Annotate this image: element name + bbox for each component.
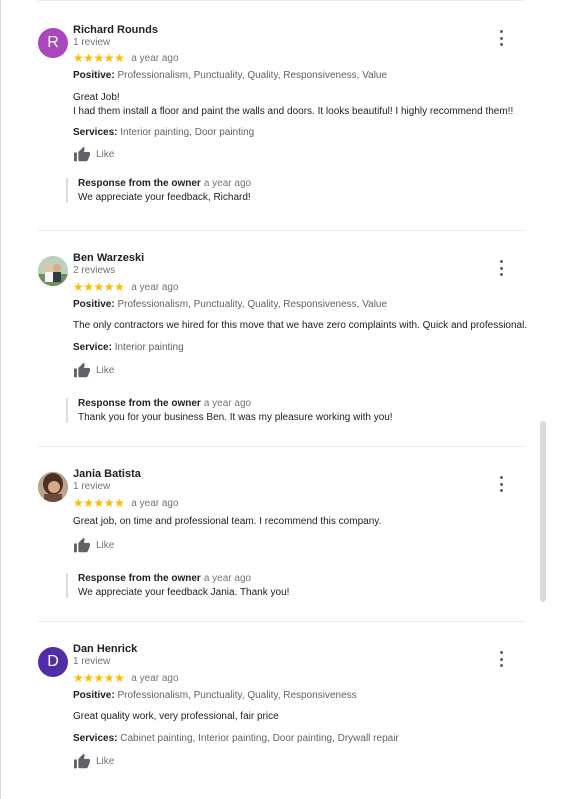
review-text-line: I had them install a floor and paint the… — [73, 106, 514, 117]
owner-response: Response from the owner a year ago We app… — [66, 178, 518, 203]
review-count: 1 review — [73, 656, 111, 667]
review-text: The only contractors we hired for this m… — [73, 319, 527, 333]
avatar-photo — [38, 256, 68, 286]
services: Service: Interior painting — [73, 342, 184, 353]
services-label: Services: — [73, 733, 118, 744]
star-rating: ★★★★★ — [73, 280, 125, 294]
response-label: Response from the owner — [78, 398, 201, 409]
divider — [38, 621, 525, 622]
star-rating: ★★★★★ — [73, 496, 125, 510]
positive-label: Positive: — [73, 299, 115, 310]
avatar[interactable]: R — [38, 28, 68, 58]
more-options-button[interactable] — [495, 476, 507, 492]
more-vert-icon — [499, 260, 503, 263]
response-text: We appreciate your feedback, Richard! — [78, 192, 251, 203]
like-button[interactable]: Like — [73, 537, 114, 553]
avatar[interactable] — [38, 256, 68, 286]
positive-attributes: Positive: Professionalism, Punctuality, … — [73, 70, 387, 81]
scrollbar[interactable] — [538, 0, 548, 799]
avatar[interactable] — [38, 472, 68, 502]
owner-response: Response from the owner a year ago We app… — [66, 573, 518, 598]
positive-values: Professionalism, Punctuality, Quality, R… — [117, 299, 388, 310]
divider — [38, 0, 525, 1]
reviewer-name[interactable]: Richard Rounds — [73, 24, 158, 36]
positive-attributes: Positive: Professionalism, Punctuality, … — [73, 299, 387, 310]
services-values: Interior painting — [114, 342, 184, 353]
review-text: Great quality work, very professional, f… — [73, 710, 279, 724]
more-options-button[interactable] — [495, 651, 507, 667]
response-date: a year ago — [203, 573, 252, 584]
review-text-line: Great Job! — [73, 92, 120, 103]
response-label: Response from the owner — [78, 178, 201, 189]
more-vert-icon — [499, 651, 503, 654]
divider — [38, 230, 525, 231]
services-values: Interior painting, Door painting — [120, 127, 255, 138]
reviewer-name[interactable]: Ben Warzeski — [73, 252, 144, 264]
thumbs-up-icon — [74, 146, 90, 162]
review-text: Great Job! I had them install a floor an… — [73, 91, 513, 119]
more-vert-icon — [499, 30, 503, 33]
positive-label: Positive: — [73, 70, 115, 81]
positive-attributes: Positive: Professionalism, Punctuality, … — [73, 690, 357, 701]
response-text: Thank you for your business Ben. It was … — [78, 412, 393, 423]
divider — [38, 446, 525, 447]
services-values: Cabinet painting, Interior painting, Doo… — [120, 733, 399, 744]
star-rating: ★★★★★ — [73, 51, 125, 65]
like-label: Like — [96, 148, 115, 160]
owner-response: Response from the owner a year ago Thank … — [66, 398, 518, 423]
like-button[interactable]: Like — [73, 362, 114, 378]
thumbs-up-icon — [74, 753, 90, 769]
star-rating: ★★★★★ — [73, 671, 125, 685]
like-label: Like — [96, 539, 115, 551]
scrollbar-thumb[interactable] — [540, 421, 546, 602]
services: Services: Cabinet painting, Interior pai… — [73, 733, 399, 744]
positive-values: Professionalism, Punctuality, Quality, R… — [117, 690, 357, 701]
like-label: Like — [96, 364, 115, 376]
avatar[interactable]: D — [38, 647, 68, 677]
rating-row: ★★★★★ a year ago — [73, 51, 179, 65]
positive-values: Professionalism, Punctuality, Quality, R… — [117, 70, 388, 81]
response-date: a year ago — [203, 398, 252, 409]
more-options-button[interactable] — [495, 30, 507, 46]
reviewer-name[interactable]: Jania Batista — [73, 468, 141, 480]
rating-row: ★★★★★ a year ago — [73, 496, 179, 510]
review-text: Great job, on time and professional team… — [73, 515, 381, 529]
like-button[interactable]: Like — [73, 753, 114, 769]
review-date: a year ago — [131, 52, 179, 64]
rating-row: ★★★★★ a year ago — [73, 280, 179, 294]
review-count: 1 review — [73, 37, 111, 48]
review-date: a year ago — [131, 672, 179, 684]
reviewer-name[interactable]: Dan Henrick — [73, 643, 137, 655]
services-label: Services: — [73, 127, 118, 138]
review-date: a year ago — [131, 497, 179, 509]
services-label: Service: — [73, 342, 112, 353]
thumbs-up-icon — [74, 537, 90, 553]
like-label: Like — [96, 755, 115, 767]
avatar-initial: R — [47, 34, 59, 51]
more-options-button[interactable] — [495, 260, 507, 276]
positive-label: Positive: — [73, 690, 115, 701]
thumbs-up-icon — [74, 362, 90, 378]
panel-left-border — [0, 0, 1, 799]
review-count: 2 reviews — [73, 265, 116, 276]
review-date: a year ago — [131, 281, 179, 293]
services: Services: Interior painting, Door painti… — [73, 127, 254, 138]
avatar-photo — [38, 472, 68, 502]
review-text-line: The only contractors we hired for this m… — [73, 320, 528, 331]
like-button[interactable]: Like — [73, 146, 114, 162]
review-count: 1 review — [73, 481, 111, 492]
response-date: a year ago — [203, 178, 252, 189]
review-text-line: Great quality work, very professional, f… — [73, 711, 279, 722]
rating-row: ★★★★★ a year ago — [73, 671, 179, 685]
response-label: Response from the owner — [78, 573, 201, 584]
review-text-line: Great job, on time and professional team… — [73, 516, 382, 527]
more-vert-icon — [499, 476, 503, 479]
avatar-initial: D — [47, 653, 59, 670]
response-text: We appreciate your feedback Jania. Thank… — [78, 587, 290, 598]
